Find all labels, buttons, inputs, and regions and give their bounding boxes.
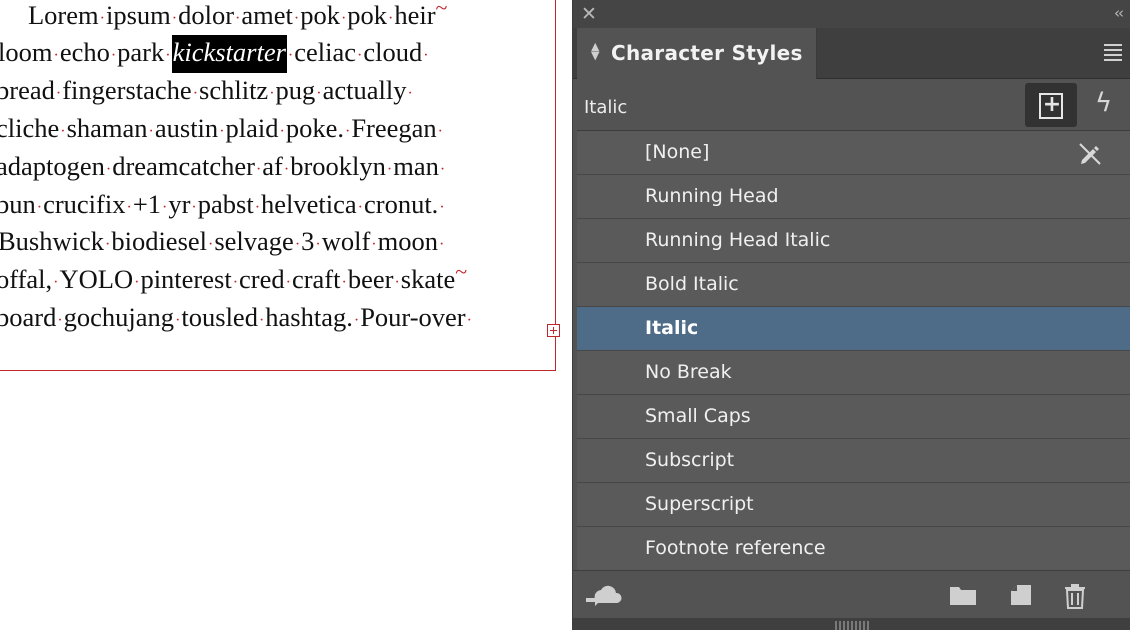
panel-title: Character Styles xyxy=(611,41,803,65)
text-line-8: offal,·YOLO·pinterest·cred·craft·beer·sk… xyxy=(0,259,468,294)
hyphen-marker: ~ xyxy=(435,0,448,20)
list-item[interactable]: Superscript xyxy=(577,483,1130,527)
text-line-5: adaptogen·dreamcatcher·af·brooklyn·man· xyxy=(0,151,446,181)
current-style-row: Italic + ϟ xyxy=(573,82,1130,130)
hyphen-marker: ~ xyxy=(455,259,468,284)
list-item[interactable]: Running Head Italic xyxy=(577,219,1130,263)
list-item[interactable]: Subscript xyxy=(577,439,1130,483)
list-item[interactable]: No Break xyxy=(577,351,1130,395)
text-line-2: loom·echo·park·kickstarter ·celiac·cloud· xyxy=(0,35,430,75)
pencil-slash-icon[interactable] xyxy=(1075,139,1103,167)
text-line-4: cliche·shaman·austin·plaid·poke.·Freegan… xyxy=(0,113,443,143)
current-style-name: Italic xyxy=(584,97,628,118)
trash-icon[interactable] xyxy=(1063,583,1087,609)
list-item[interactable]: [None] xyxy=(577,131,1130,175)
overset-text-icon[interactable] xyxy=(547,324,560,337)
new-style-icon[interactable] xyxy=(1009,583,1033,607)
folder-icon[interactable] xyxy=(949,583,977,607)
panel-titlebar[interactable]: ✕ ‹‹ xyxy=(573,0,1130,28)
panel-resize-bar[interactable] xyxy=(573,618,1130,630)
list-item[interactable]: Bold Italic xyxy=(577,263,1130,307)
new-style-group-icon[interactable]: + xyxy=(1025,83,1077,127)
text-line-7: Bushwick·biodiesel·selvage·3·wolf·moon· xyxy=(0,226,445,256)
selected-text[interactable]: kickstarter xyxy=(171,35,287,73)
text-line-3: bread·fingerstache·schlitz·pug·actually· xyxy=(0,75,413,105)
tab-character-styles[interactable]: ▲ ▼ Character Styles xyxy=(577,28,817,79)
double-chevron-left-icon[interactable]: ‹‹ xyxy=(1114,4,1124,22)
lightning-bolt-icon[interactable]: ϟ xyxy=(1095,88,1112,118)
close-icon[interactable]: ✕ xyxy=(581,3,597,25)
hamburger-menu-icon[interactable] xyxy=(1104,44,1122,64)
list-item[interactable]: Footnote reference xyxy=(577,527,1130,571)
cloud-library-icon[interactable] xyxy=(584,583,624,609)
list-item[interactable]: Running Head xyxy=(577,175,1130,219)
styles-list: [None] Running Head Running Head Italic … xyxy=(577,130,1130,571)
list-item-selected[interactable]: Italic xyxy=(577,307,1130,351)
list-item[interactable]: Small Caps xyxy=(577,395,1130,439)
document-canvas[interactable]: Lorem·ipsum·dolor·amet·pok·pok·heir~ loo… xyxy=(0,0,572,630)
panel-tab-row: ▲ ▼ Character Styles xyxy=(573,28,1130,79)
panel-footer xyxy=(573,570,1130,619)
sort-arrows-icon: ▲ ▼ xyxy=(591,40,600,62)
text-line-6: bun·crucifix·+1·yr·pabst·helvetica·cronu… xyxy=(0,189,445,219)
resize-grip-icon[interactable] xyxy=(835,621,871,630)
text-line-9: board·gochujang·tousled·hashtag.·Pour-ov… xyxy=(0,302,472,332)
character-styles-panel: ✕ ‹‹ ▲ ▼ Character Styles Italic + ϟ [Non… xyxy=(572,0,1130,630)
text-line-1: Lorem·ipsum·dolor·amet·pok·pok·heir~ xyxy=(28,0,447,38)
